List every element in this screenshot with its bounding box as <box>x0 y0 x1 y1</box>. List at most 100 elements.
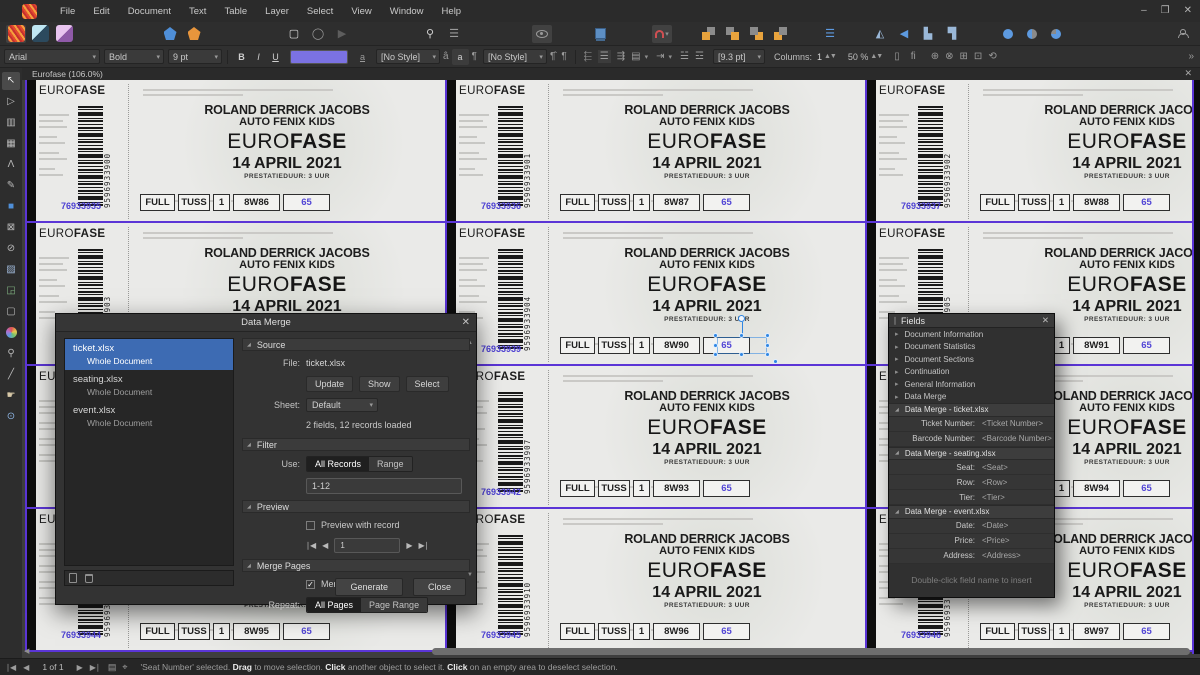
previous-record-icon[interactable]: ◀ <box>322 541 328 550</box>
update-button[interactable]: Update <box>306 376 353 392</box>
fields-row[interactable]: Data Merge - event.xlsx <box>889 505 1054 519</box>
menu-item-text[interactable]: Text <box>180 2 215 21</box>
show-button[interactable]: Show <box>359 376 400 392</box>
boolean-divide-button[interactable] <box>1046 25 1066 43</box>
align-center-icon[interactable]: ☰ <box>598 50 611 63</box>
open-document-button[interactable]: ◯ <box>308 25 328 43</box>
underline-button[interactable]: U <box>267 49 284 65</box>
align-right-icon[interactable]: ⇶ <box>617 51 625 62</box>
place-image-tool[interactable] <box>2 282 20 300</box>
text-color-swatch[interactable] <box>290 50 348 64</box>
align-left-icon[interactable]: ⬱ <box>584 51 592 62</box>
source-item-ticket.xlsx[interactable]: ticket.xlsxWhole Document <box>65 339 233 370</box>
show-marks-icon[interactable]: ¶ <box>561 51 566 62</box>
menu-item-layer[interactable]: Layer <box>256 2 298 21</box>
grid-icon[interactable]: ⊞ <box>960 51 968 62</box>
seat-number-field[interactable]: 65 <box>703 480 750 497</box>
clipboard-icon[interactable]: ▤ <box>108 662 117 673</box>
menu-item-document[interactable]: Document <box>119 2 180 21</box>
menu-item-help[interactable]: Help <box>433 2 471 21</box>
seat-field[interactable]: 8W96 <box>653 623 700 640</box>
persona-designer-button[interactable] <box>184 25 204 43</box>
select-button[interactable]: Select <box>406 376 449 392</box>
fields-row[interactable]: Barcode Number:<Barcode Number> <box>889 432 1054 447</box>
horizontal-scrollbar[interactable]: ◀ <box>22 647 1200 656</box>
seat-field[interactable]: 8W88 <box>1073 194 1120 211</box>
alignment-button[interactable]: ☰ <box>820 25 840 43</box>
rotate-cw-button[interactable]: ▜ <box>942 25 962 43</box>
frame-text-tool[interactable] <box>2 114 20 132</box>
columns-stepper[interactable]: ▲▼ <box>824 53 836 60</box>
columns-value[interactable]: 1 <box>817 52 822 62</box>
fields-row[interactable]: Address:<Address> <box>889 549 1054 564</box>
rectangle-frame-tool[interactable] <box>2 219 20 237</box>
photo-app-button[interactable] <box>54 25 74 43</box>
seat-field[interactable]: 8W91 <box>1073 337 1120 354</box>
seat-number-field[interactable]: 65 <box>1123 623 1170 640</box>
minimize-button[interactable]: – <box>1141 6 1147 16</box>
paragraph-style-dropdown[interactable]: [No Style] <box>483 49 547 64</box>
scale-stepper[interactable]: ▲▼ <box>870 53 882 60</box>
seat-field[interactable]: 8W94 <box>1073 480 1120 497</box>
range-input[interactable]: 1-12 <box>306 478 462 494</box>
move-tool[interactable] <box>2 72 20 90</box>
menu-item-edit[interactable]: Edit <box>84 2 118 21</box>
font-size-dropdown[interactable]: 9 pt <box>168 49 222 64</box>
fields-row[interactable]: Document Sections <box>889 353 1054 366</box>
seat-number-field[interactable]: 65 <box>283 623 330 640</box>
add-source-icon[interactable] <box>69 573 77 583</box>
first-record-icon[interactable]: ∣◀ <box>306 541 316 550</box>
target-icon[interactable]: ⌖ <box>122 662 127 673</box>
preview-checkbox[interactable] <box>306 521 315 530</box>
fields-row[interactable]: Data Merge - ticket.xlsx <box>889 403 1054 417</box>
all-records-option[interactable]: All Records <box>307 457 369 471</box>
document-tab[interactable]: Eurofase (106.0%) <box>32 69 103 79</box>
ticket-page[interactable]: EUROFASE 9596933902 76933937 ROLAND DERR… <box>865 80 1200 223</box>
typography-button[interactable]: a <box>452 49 469 65</box>
ticket-page[interactable]: EUROFASE 9596933900 76933935 ROLAND DERR… <box>25 80 445 223</box>
seat-field[interactable]: 8W87 <box>653 194 700 211</box>
source-item-event.xlsx[interactable]: event.xlsxWhole Document <box>65 401 233 432</box>
page-range-option[interactable]: Page Range <box>361 598 427 612</box>
list-view-button[interactable]: ☰ <box>444 25 464 43</box>
boolean-add-button[interactable] <box>998 25 1018 43</box>
fields-row[interactable]: Document Statistics <box>889 341 1054 354</box>
publisher-app-button[interactable] <box>6 25 26 43</box>
preview-mode-button[interactable] <box>532 25 552 43</box>
fields-row[interactable]: Data Merge <box>889 391 1054 404</box>
ellipse-frame-tool[interactable] <box>2 240 20 258</box>
hand-tool[interactable] <box>2 387 20 405</box>
flip-vertical-button[interactable]: ◀ <box>894 25 914 43</box>
last-record-icon[interactable]: ▶∣ <box>418 541 428 550</box>
node-tool[interactable] <box>2 93 20 111</box>
ticket-page[interactable]: EUROFASE 9596933907 76933942 ROLAND DERR… <box>445 366 865 509</box>
indent-icon[interactable]: ⇥ <box>656 51 664 62</box>
previous-page-icon[interactable]: ◀ <box>23 663 29 672</box>
restore-button[interactable]: ❐ <box>1161 6 1170 16</box>
rotate-icon[interactable]: ⟲ <box>988 51 996 62</box>
persona-publisher-button[interactable] <box>160 25 180 43</box>
anchor-icon[interactable]: ⊕ <box>931 51 939 62</box>
all-pages-option[interactable]: All Pages <box>307 598 361 612</box>
seat-field[interactable]: 8W93 <box>653 480 700 497</box>
seat-number-field[interactable]: 65 <box>703 623 750 640</box>
first-page-icon[interactable]: ∣◀ <box>6 663 16 672</box>
menu-item-table[interactable]: Table <box>215 2 256 21</box>
rotation-handle[interactable] <box>738 315 745 322</box>
scrollbar-thumb[interactable] <box>432 648 1190 655</box>
last-page-icon[interactable]: ▶∣ <box>90 663 100 672</box>
menu-item-view[interactable]: View <box>342 2 380 21</box>
text-frame-icon[interactable]: ▯ <box>894 51 900 62</box>
menu-item-select[interactable]: Select <box>298 2 342 21</box>
filter-section-header[interactable]: Filter <box>242 438 470 451</box>
seat-field[interactable]: 8W90 <box>653 337 700 354</box>
panel-grip-icon[interactable]: ∥ <box>893 316 897 325</box>
export-button[interactable]: ▶ <box>332 25 352 43</box>
ligatures-button[interactable]: fi <box>911 51 916 62</box>
leading-dropdown[interactable]: [9.3 pt] <box>713 49 765 64</box>
justify-icon[interactable]: ▤ <box>631 51 640 62</box>
source-item-seating.xlsx[interactable]: seating.xlsxWhole Document <box>65 370 233 401</box>
seat-number-field[interactable]: 65 <box>1123 337 1170 354</box>
pin-button[interactable]: ⚲ <box>420 25 440 43</box>
ticket-page[interactable]: EUROFASE 9596933904 76933939 ROLAND DERR… <box>445 223 865 366</box>
